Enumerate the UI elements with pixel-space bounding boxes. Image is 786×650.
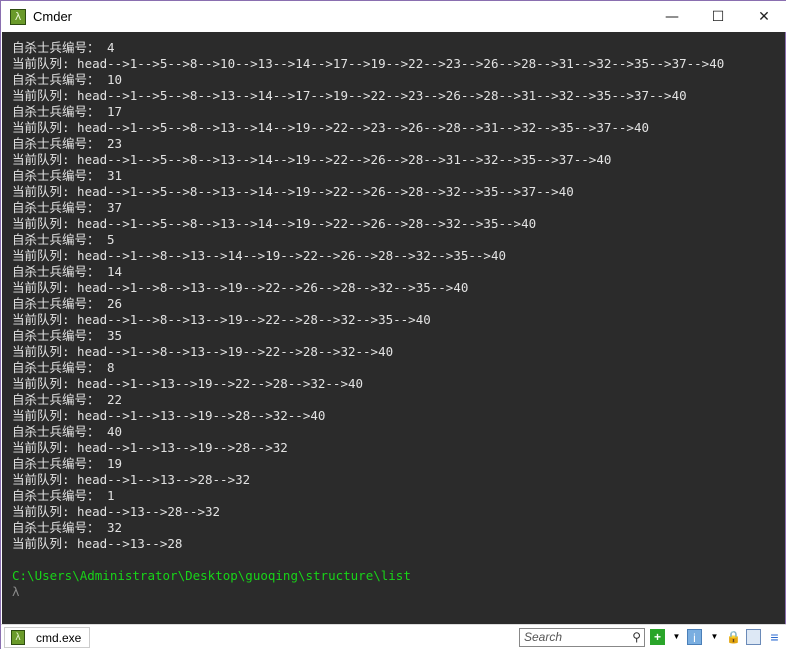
panel-icon[interactable] [746,629,761,645]
search-placeholder: Search [524,630,563,644]
output-line: 自杀士兵编号： 10 [12,72,123,87]
output-line: 当前队列: head-->1-->8-->13-->19-->22-->26--… [12,280,469,295]
window-title: Cmder [33,9,73,24]
output-line: 当前队列: head-->1-->5-->8-->13-->14-->19-->… [12,184,574,199]
title-bar: λ Cmder — ☐ ✕ [1,1,786,32]
dropdown-icon[interactable]: ▼ [707,629,722,645]
output-line: 当前队列: head-->1-->13-->28-->32 [12,472,251,487]
output-line: 自杀士兵编号： 31 [12,168,123,183]
output-line: 当前队列: head-->1-->13-->19-->28-->32 [12,440,288,455]
output-line: 自杀士兵编号： 17 [12,104,123,119]
output-line: 自杀士兵编号： 14 [12,264,123,279]
output-line: 自杀士兵编号： 35 [12,328,123,343]
menu-icon[interactable]: ≡ [767,629,782,645]
terminal-output[interactable]: 自杀士兵编号： 4 当前队列: head-->1-->5-->8-->10-->1… [2,32,785,624]
search-input[interactable]: Search ⚲ [519,628,645,647]
tab-cmd[interactable]: λ cmd.exe [4,627,90,648]
lambda-icon: λ [11,630,25,645]
status-bar: λ cmd.exe Search ⚲ + ▼ i ▼ 🔒 ≡ [1,624,786,650]
lock-icon[interactable]: 🔒 [726,629,741,645]
output-line: 当前队列: head-->1-->8-->13-->19-->22-->28--… [12,344,394,359]
tab-label: cmd.exe [36,630,82,645]
close-button[interactable]: ✕ [741,1,786,32]
output-line: 当前队列: head-->1-->5-->8-->13-->14-->19-->… [12,152,612,167]
output-line: 当前队列: head-->1-->5-->8-->13-->14-->19-->… [12,120,649,135]
output-line: 当前队列: head-->1-->5-->8-->10-->13-->14-->… [12,56,725,71]
output-line: 当前队列: head-->1-->5-->8-->13-->14-->19-->… [12,216,537,231]
monitor-icon[interactable]: i [687,629,702,645]
output-line: 自杀士兵编号： 5 [12,232,115,247]
output-line: 自杀士兵编号： 23 [12,136,123,151]
dropdown-icon[interactable]: ▼ [669,629,684,645]
output-line: 自杀士兵编号： 37 [12,200,123,215]
output-line: 自杀士兵编号： 22 [12,392,123,407]
maximize-button[interactable]: ☐ [695,1,741,32]
output-line: 当前队列: head-->1-->5-->8-->13-->14-->17-->… [12,88,687,103]
output-line: 自杀士兵编号： 26 [12,296,123,311]
output-line: 自杀士兵编号： 4 [12,40,115,55]
plus-icon[interactable]: + [650,629,665,645]
output-line: 当前队列: head-->13-->28-->32 [12,504,221,519]
cwd-path: C:\Users\Administrator\Desktop\guoqing\s… [12,568,411,583]
output-line: 自杀士兵编号： 1 [12,488,115,503]
minimize-button[interactable]: — [649,1,695,32]
output-line: 当前队列: head-->13-->28 [12,536,183,551]
output-line: 自杀士兵编号： 32 [12,520,123,535]
output-line: 当前队列: head-->1-->8-->13-->14-->19-->22--… [12,248,507,263]
output-line: 自杀士兵编号： 40 [12,424,123,439]
output-line: 当前队列: head-->1-->13-->19-->28-->32-->40 [12,408,326,423]
output-line: 自杀士兵编号： 19 [12,456,123,471]
output-line: 自杀士兵编号： 8 [12,360,115,375]
output-line: 当前队列: head-->1-->8-->13-->19-->22-->28--… [12,312,431,327]
search-icon[interactable]: ⚲ [632,629,641,646]
prompt: λ [12,584,20,599]
lambda-icon: λ [10,8,26,25]
output-line: 当前队列: head-->1-->13-->19-->22-->28-->32-… [12,376,364,391]
